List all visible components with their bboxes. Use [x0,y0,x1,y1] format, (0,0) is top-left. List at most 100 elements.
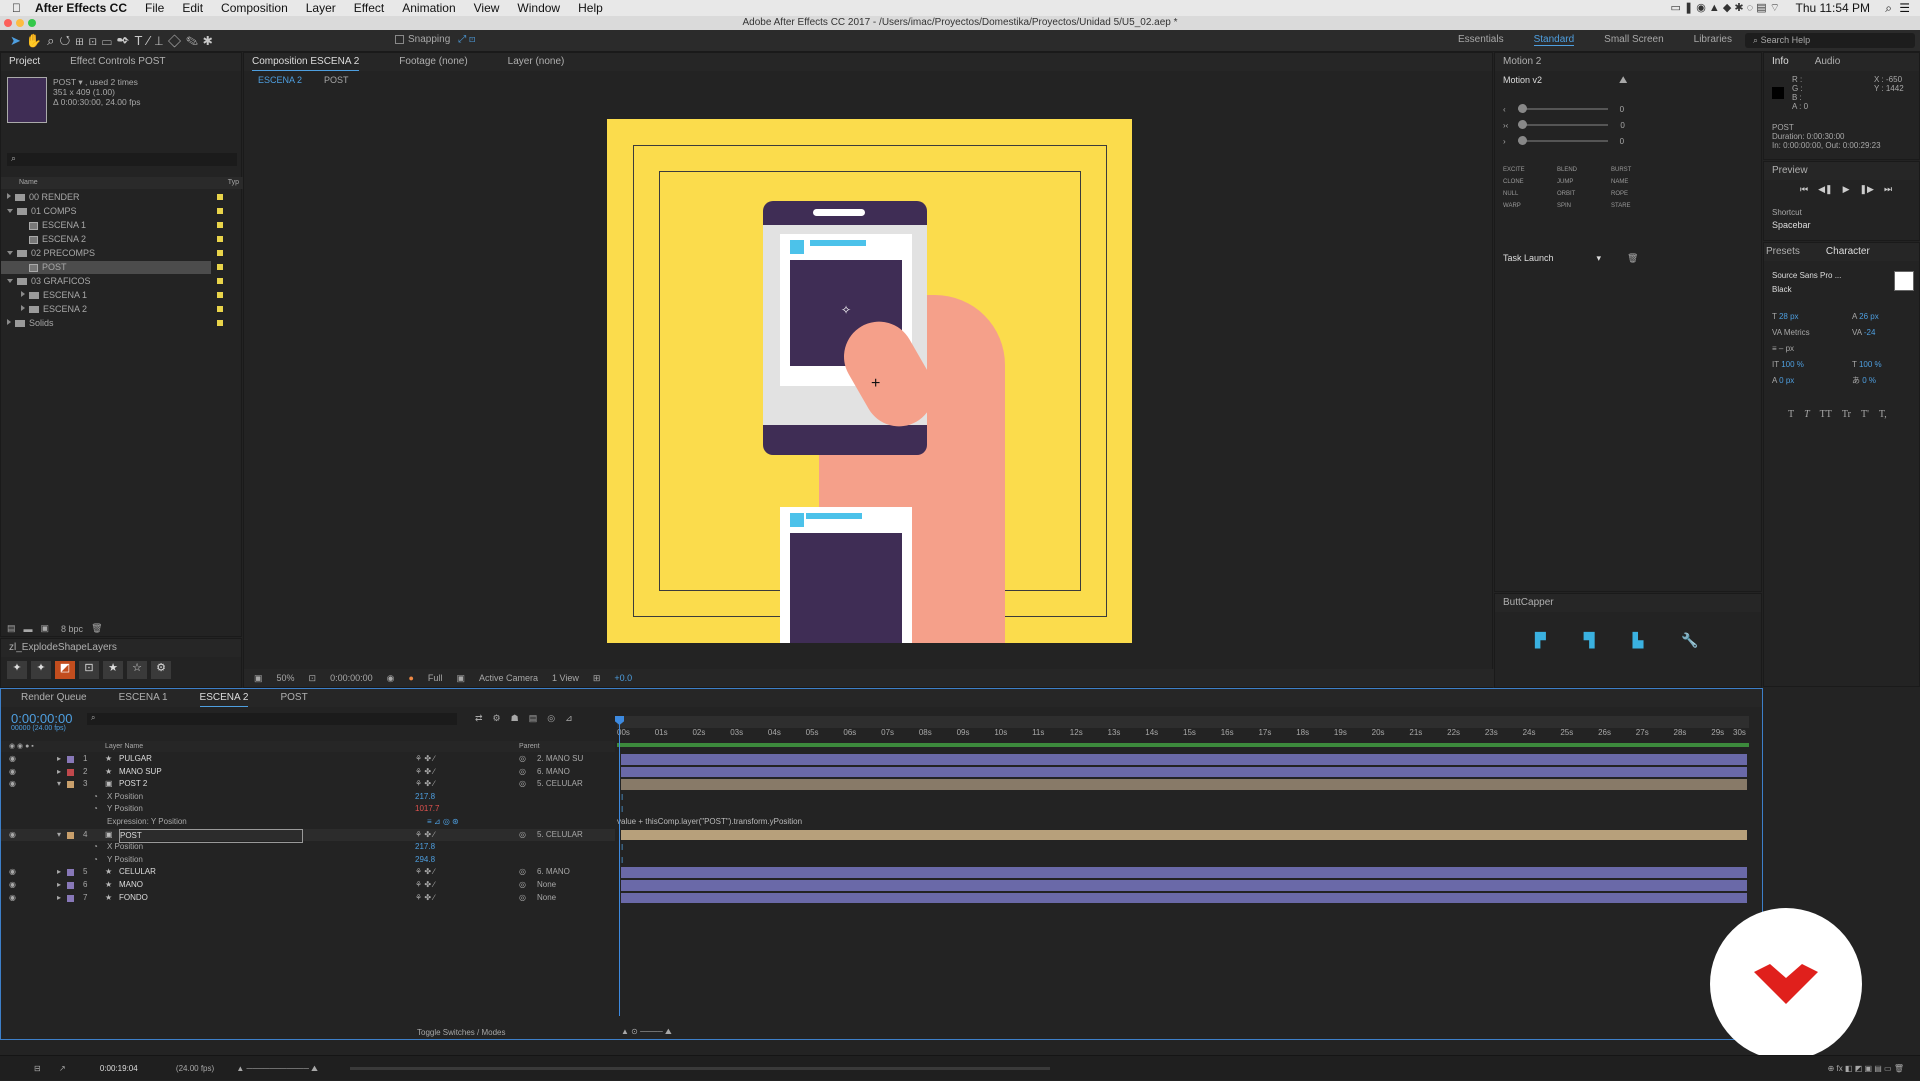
expand-chevron-icon[interactable]: ▸ [57,866,61,879]
col-parent[interactable]: Parent [519,741,540,752]
project-item[interactable]: 02 PRECOMPS [1,247,211,260]
explode-button-1[interactable]: ✦ [7,661,27,679]
motion-button-orbit[interactable]: ORBIT [1557,191,1611,197]
font-size[interactable]: 28 px [1779,312,1799,321]
motion-button-blend[interactable]: BLEND [1557,167,1611,173]
selection-tool-icon[interactable]: ➤ [10,33,26,48]
expand-chevron-icon[interactable]: ▾ [57,778,61,791]
property-value[interactable]: 294.8 [415,854,435,867]
parent-pickwhip-icon[interactable]: ◎ [519,829,526,842]
layer-name[interactable]: POST 2 [119,778,147,791]
expand-chevron-icon[interactable] [7,193,11,199]
menu-list-icon[interactable]: ☰ [1899,1,1910,15]
parent-select[interactable]: 6. MANO [537,766,570,779]
info-tab[interactable]: Info [1772,53,1789,71]
parent-pickwhip-icon[interactable]: ◎ [519,766,526,779]
brush-tool-icon[interactable]: ⁄ [147,33,154,48]
expand-chevron-icon[interactable] [7,319,11,325]
project-item[interactable]: POST [1,261,211,274]
expression-controls[interactable]: ≡ ⊿ ◎ ⊛ [427,816,459,829]
layer-switches[interactable]: ⚘ ✤ ∕ [415,866,435,879]
layer-switches[interactable]: ⚘ ✤ ∕ [415,879,435,892]
tab-escena1[interactable]: ESCENA 1 [119,689,168,707]
layer-switches[interactable]: ⚘ ✤ ∕ [415,829,435,842]
expression-code[interactable]: value + thisComp.layer("POST").transform… [617,817,802,826]
parent-select[interactable]: 6. MANO [537,866,570,879]
trash-icon[interactable]: 🗑 [91,623,102,634]
shy-icon[interactable]: ☗ [511,713,519,724]
color-icon[interactable]: ● [408,669,413,687]
explode-button-3[interactable]: ◩ [55,661,75,679]
explode-button-2[interactable]: ✦ [31,661,51,679]
frame-blend-icon[interactable]: ▤ [529,713,538,724]
workspace-standard[interactable]: Standard [1533,34,1575,46]
property-value[interactable]: 217.8 [415,841,435,854]
eraser-tool-icon[interactable]: ◇ [168,33,186,48]
bpc-label[interactable]: 8 bpc [61,624,83,634]
tab-escena2[interactable]: ESCENA 2 [199,689,249,707]
slider-2[interactable] [1518,120,1609,129]
property-value[interactable]: 217.8 [415,791,435,804]
expand-chevron-icon[interactable]: ▸ [57,879,61,892]
layer-switches[interactable]: ⚘ ✤ ∕ [415,766,435,779]
puppet-tool-icon[interactable]: ✱ [203,33,218,48]
roto-tool-icon[interactable]: ✎ [186,33,203,48]
star-outline-icon[interactable]: ☆ [127,661,147,679]
property-value[interactable]: 1017.7 [415,803,439,816]
motion-mountain-icon[interactable]: ⛰ [1619,75,1627,86]
slider-3[interactable] [1517,136,1608,145]
interpret-footage-icon[interactable]: ▤ [7,623,16,634]
col-type[interactable]: Typ [228,177,239,189]
roi-icon[interactable]: ⊡ [309,669,317,687]
font-style-select[interactable]: Black [1772,285,1792,294]
menu-animation[interactable]: Animation [402,1,455,15]
menu-composition[interactable]: Composition [221,1,288,15]
layer-duration-bar[interactable] [621,880,1747,891]
layer-tab[interactable]: Layer (none) [508,53,565,71]
stopwatch-icon[interactable]: ◔ [93,854,98,867]
layer-duration-bar[interactable] [621,766,1747,778]
menu-layer[interactable]: Layer [306,1,336,15]
stopwatch-icon[interactable]: ◔ [93,841,98,854]
parent-pickwhip-icon[interactable]: ◎ [519,753,526,766]
menu-app[interactable]: After Effects CC [35,1,127,15]
all-caps-button[interactable]: TT [1820,409,1832,420]
new-comp-icon[interactable]: ▣ [41,623,50,634]
pen-tool-icon[interactable]: ✒ [117,33,135,48]
project-item[interactable]: Solids [1,317,211,330]
stopwatch-icon[interactable]: ◔ [93,791,98,804]
first-frame-icon[interactable]: ⏮ [1800,184,1808,195]
layer-name[interactable]: PULGAR [119,753,152,766]
small-caps-button[interactable]: Tr [1842,409,1851,420]
slider-1[interactable] [1517,104,1608,113]
last-frame-icon[interactable]: ⏭ [1884,184,1892,195]
property-row[interactable]: ◔ X Position 217.8 [1,791,615,804]
prev-frame-icon[interactable]: ◀❚ [1818,184,1832,195]
label-color-swatch[interactable] [217,194,223,200]
workspace-libraries[interactable]: Libraries [1694,34,1732,46]
motion-button-spin[interactable]: SPIN [1557,203,1611,209]
presets-tab[interactable]: Presets [1766,243,1800,261]
clone-tool-icon[interactable]: ⊥ [155,33,168,48]
parent-pickwhip-icon[interactable]: ◎ [519,866,526,879]
layer-name[interactable]: FONDO [119,892,148,905]
layer-duration-bar[interactable] [621,867,1747,878]
motion-button-excite[interactable]: EXCITE [1503,167,1557,173]
new-folder-icon[interactable]: ▬ [24,624,33,634]
layer-duration-bar[interactable] [621,754,1747,765]
layer-switches[interactable]: ⚘ ✤ ∕ [415,778,435,791]
motion-blur-icon[interactable]: ◎ [547,713,555,724]
kerning[interactable]: Metrics [1784,328,1810,337]
work-area-bar[interactable] [617,743,1749,747]
project-item[interactable]: 03 GRAFICOS [1,275,211,288]
hand-tool-icon[interactable]: ✋ [26,33,47,48]
layer-duration-bar[interactable] [621,829,1747,841]
timeline-timecode[interactable]: 0:00:00:00 [11,711,72,726]
label-color-swatch[interactable] [217,264,223,270]
expand-chevron-icon[interactable] [7,251,13,255]
layer-name[interactable]: MANO SUP [119,766,162,779]
subscript-button[interactable]: T, [1879,409,1887,420]
views-select[interactable]: 1 View [552,669,579,687]
slider-icon-2[interactable]: ›‹ [1503,121,1508,130]
visibility-eye-icon[interactable]: ◉ [9,866,16,879]
